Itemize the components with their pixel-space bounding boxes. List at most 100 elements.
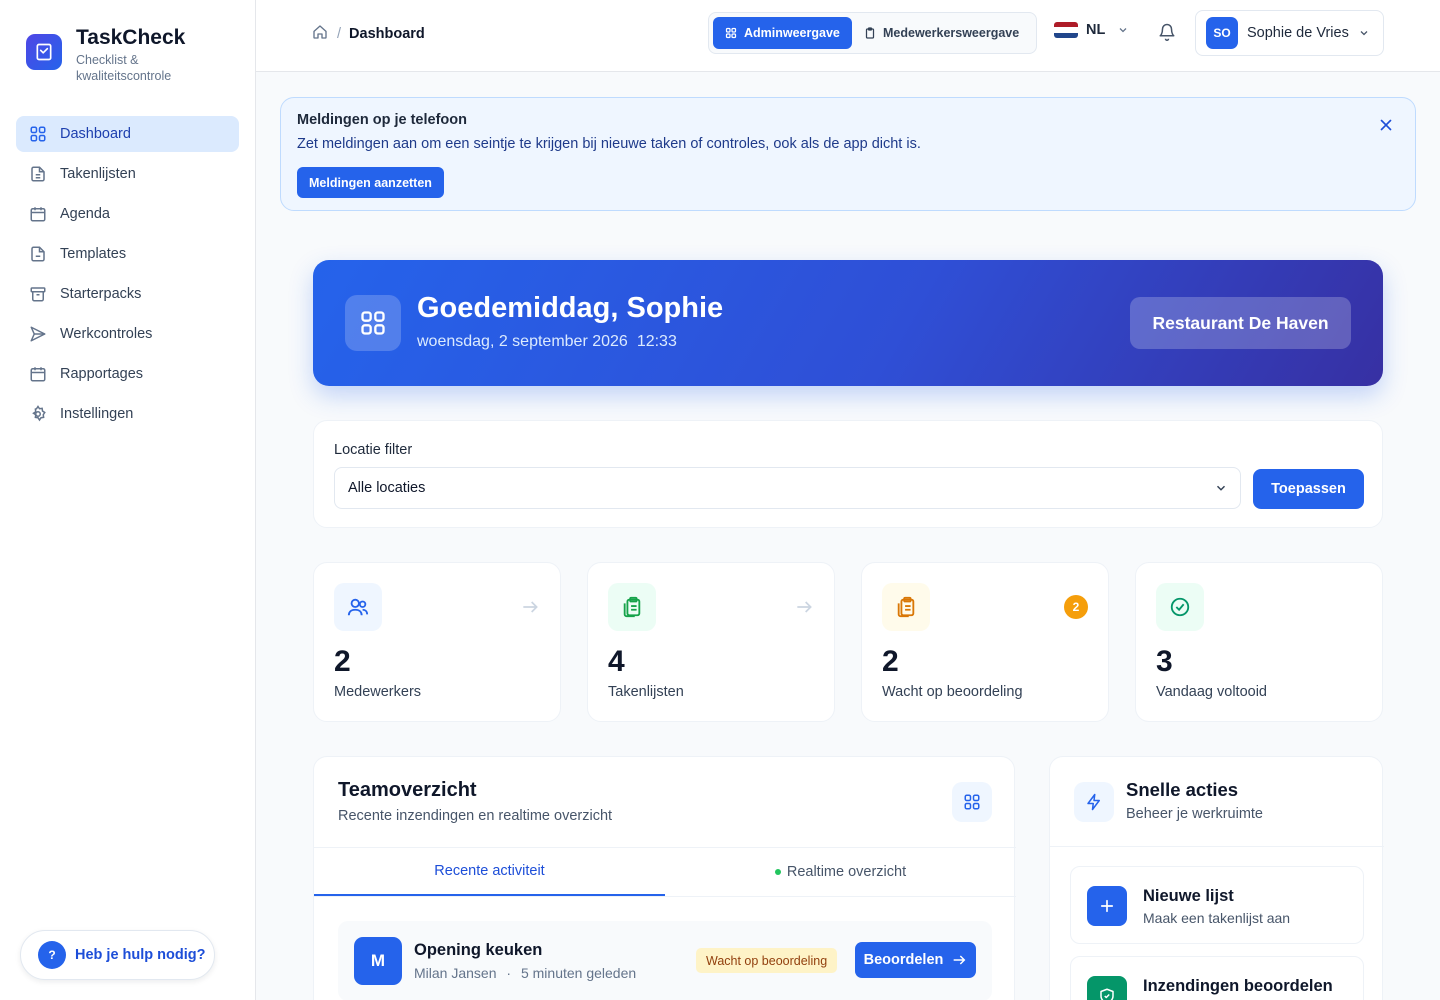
location-button[interactable]: Restaurant De Haven: [1130, 297, 1351, 349]
stat-card-medewerkers[interactable]: 2 Medewerkers: [313, 562, 561, 722]
review-button[interactable]: Beoordelen: [855, 942, 976, 978]
bell-icon[interactable]: [1158, 22, 1176, 47]
live-dot-icon: [774, 869, 781, 875]
activity-person: Milan Jansen: [414, 965, 497, 981]
activity-item[interactable]: M Opening keuken Milan Jansen · 5 minute…: [338, 921, 992, 1000]
filter-label: Locatie filter: [334, 442, 413, 458]
view-toggle: Adminweergave Medewerkersweergave: [708, 12, 1037, 54]
sidebar: TaskCheck Checklist & kwaliteitscontrole…: [0, 0, 256, 1000]
team-subtitle: Recente inzendingen en realtime overzich…: [338, 808, 613, 824]
shield-check-icon: [1087, 976, 1127, 1000]
quick-action-title: Inzendingen beoordelen: [1143, 977, 1333, 995]
quick-actions-title: Snelle acties: [1126, 779, 1239, 800]
grid-icon: [725, 27, 737, 39]
home-icon[interactable]: [312, 24, 328, 44]
sidebar-nav: Dashboard Takenlijsten Agenda Templates …: [16, 116, 239, 436]
quick-action-subtitle: Maak een takenlijst aan: [1143, 910, 1291, 926]
sidebar-item-rapportages[interactable]: Rapportages: [16, 356, 239, 392]
stat-card-wacht-op-beoordeling[interactable]: 2 2 Wacht op beoordeling: [861, 562, 1109, 722]
tab-label: Realtime overzicht: [786, 864, 907, 880]
location-select[interactable]: Alle locaties: [334, 467, 1241, 509]
greeting: Goedemiddag, Sophie: [417, 292, 724, 324]
divider: [1050, 846, 1384, 847]
grid-icon: [29, 125, 47, 143]
team-title: Teamoverzicht: [338, 779, 477, 801]
close-icon[interactable]: [1377, 116, 1395, 139]
meta-separator: ·: [506, 965, 512, 981]
breadcrumb: / Dashboard: [312, 24, 425, 44]
sidebar-item-starterpacks[interactable]: Starterpacks: [16, 276, 239, 312]
chevron-down-icon: [1214, 481, 1228, 499]
pending-count-badge: 2: [1064, 595, 1088, 619]
status-badge: Wacht op beoordeling: [696, 948, 838, 973]
question-icon: ?: [38, 941, 66, 969]
stat-value: 2: [334, 645, 351, 678]
document-icon: [29, 165, 47, 183]
employee-view-button[interactable]: Medewerkersweergave: [852, 17, 1031, 49]
sidebar-item-werkcontroles[interactable]: Werkcontroles: [16, 316, 239, 352]
stat-card-vandaag-voltooid[interactable]: 3 Vandaag voltooid: [1135, 562, 1383, 722]
brand[interactable]: TaskCheck Checklist & kwaliteitscontrole: [26, 26, 196, 84]
time-text: 12:33: [636, 333, 677, 350]
admin-view-button[interactable]: Adminweergave: [713, 17, 852, 49]
logo-icon: [26, 34, 62, 70]
activity-title: Opening keuken: [414, 941, 543, 959]
location-select-value: Alle locaties: [348, 480, 426, 496]
stat-label: Wacht op beoordeling: [882, 684, 1023, 700]
admin-view-label: Adminweergave: [744, 26, 840, 40]
clipboard-icon: [864, 27, 876, 39]
stat-card-takenlijsten[interactable]: 4 Takenlijsten: [587, 562, 835, 722]
sidebar-item-agenda[interactable]: Agenda: [16, 196, 239, 232]
plus-icon: [1087, 886, 1127, 926]
activity-meta: Milan Jansen · 5 minuten geleden: [414, 965, 636, 981]
current-date: woensdag, 2 september 2026 12:33: [417, 333, 677, 351]
quick-action-review-submissions[interactable]: Inzendingen beoordelen: [1070, 956, 1364, 1000]
sidebar-item-label: Werkcontroles: [60, 326, 153, 342]
quick-action-new-list[interactable]: Nieuwe lijst Maak een takenlijst aan: [1070, 866, 1364, 944]
brand-name: TaskCheck: [76, 26, 186, 49]
sidebar-item-templates[interactable]: Templates: [16, 236, 239, 272]
sidebar-item-dashboard[interactable]: Dashboard: [16, 116, 239, 152]
lightning-icon: [1074, 782, 1114, 822]
review-button-label: Beoordelen: [863, 952, 944, 968]
sidebar-item-label: Starterpacks: [60, 286, 142, 302]
quick-actions-card: Snelle acties Beheer je werkruimte Nieuw…: [1049, 756, 1384, 1000]
grid-icon: [345, 295, 401, 351]
stat-label: Medewerkers: [334, 684, 422, 700]
send-icon: [29, 325, 47, 343]
language-selector[interactable]: NL: [1054, 22, 1129, 38]
help-label: Heb je hulp nodig?: [75, 947, 206, 963]
help-button[interactable]: ? Heb je hulp nodig?: [20, 930, 215, 980]
tab-recent-activity[interactable]: Recente activiteit: [314, 848, 665, 896]
sidebar-item-label: Dashboard: [60, 126, 131, 142]
enable-notifications-button[interactable]: Meldingen aanzetten: [297, 167, 444, 198]
team-overview-card: Teamoverzicht Recente inzendingen en rea…: [313, 756, 1016, 1000]
banner-title: Meldingen op je telefoon: [297, 112, 467, 128]
welcome-hero: Goedemiddag, Sophie woensdag, 2 septembe…: [313, 260, 1383, 386]
language-code: NL: [1086, 22, 1106, 38]
grid-icon[interactable]: [952, 782, 992, 822]
quick-actions-subtitle: Beheer je werkruimte: [1126, 806, 1263, 822]
apply-button[interactable]: Toepassen: [1253, 469, 1364, 509]
activity-time: 5 minuten geleden: [520, 965, 637, 981]
sidebar-item-label: Agenda: [60, 206, 110, 222]
calendar-icon: [29, 365, 47, 383]
gear-icon: [29, 405, 47, 423]
flag-nl-icon: [1054, 22, 1078, 38]
tab-realtime-overview[interactable]: Realtime overzicht: [665, 848, 1016, 896]
users-icon: [334, 583, 382, 631]
banner-text: Zet meldingen aan om een seintje te krij…: [297, 136, 921, 152]
user-menu[interactable]: SO Sophie de Vries: [1195, 10, 1384, 56]
stat-value: 4: [608, 645, 625, 678]
file-icon: [29, 245, 47, 263]
stat-label: Vandaag voltooid: [1156, 684, 1267, 700]
stat-value: 2: [882, 645, 899, 678]
arrow-right-icon: [951, 952, 967, 968]
chevron-down-icon: [1358, 27, 1370, 39]
sidebar-item-label: Templates: [60, 246, 127, 262]
archive-icon: [29, 285, 47, 303]
team-tabs: Recente activiteit Realtime overzicht: [314, 847, 1016, 897]
arrow-right-icon: [520, 597, 540, 622]
sidebar-item-instellingen[interactable]: Instellingen: [16, 396, 239, 432]
sidebar-item-takenlijsten[interactable]: Takenlijsten: [16, 156, 239, 192]
